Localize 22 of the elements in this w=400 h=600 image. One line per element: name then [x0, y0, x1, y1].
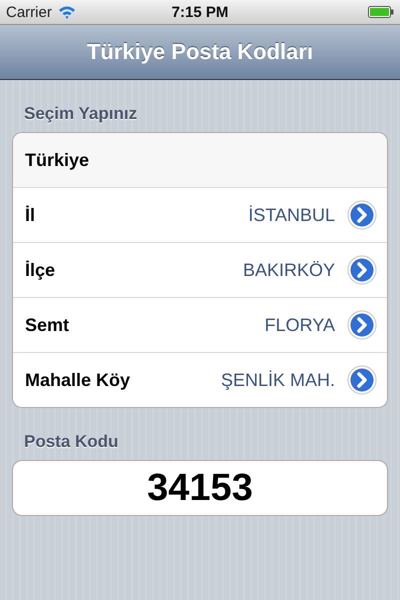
row-label: İl	[25, 204, 36, 226]
disclosure-icon[interactable]	[347, 255, 377, 285]
postal-code: 34153	[147, 466, 253, 510]
disclosure-icon[interactable]	[347, 310, 377, 340]
battery-icon	[368, 6, 394, 18]
row-value: BAKIRKÖY	[242, 260, 335, 280]
clock-time: 7:15 PM	[172, 4, 228, 20]
row-label: Semt	[25, 314, 70, 336]
row-label: Türkiye	[25, 150, 90, 170]
row-value: ŞENLİK MAH.	[220, 370, 335, 390]
section-header: Seçim Yapınız	[23, 103, 138, 125]
row-label: Mahalle Köy	[25, 370, 132, 390]
table-row[interactable]: Mahalle Köy ŞENLİK MAH.	[13, 352, 387, 407]
nav-title: Türkiye Posta Kodları	[86, 39, 314, 65]
disclosure-icon[interactable]	[347, 200, 377, 230]
wifi-icon	[58, 5, 76, 19]
disclosure-icon[interactable]	[347, 365, 377, 395]
row-label: İlçe	[25, 260, 56, 280]
row-value: İSTANBUL	[248, 204, 335, 226]
row-value: FLORYA	[264, 314, 335, 336]
carrier-name: Carrier	[6, 4, 52, 20]
section-header: Posta Kodu	[23, 431, 120, 453]
